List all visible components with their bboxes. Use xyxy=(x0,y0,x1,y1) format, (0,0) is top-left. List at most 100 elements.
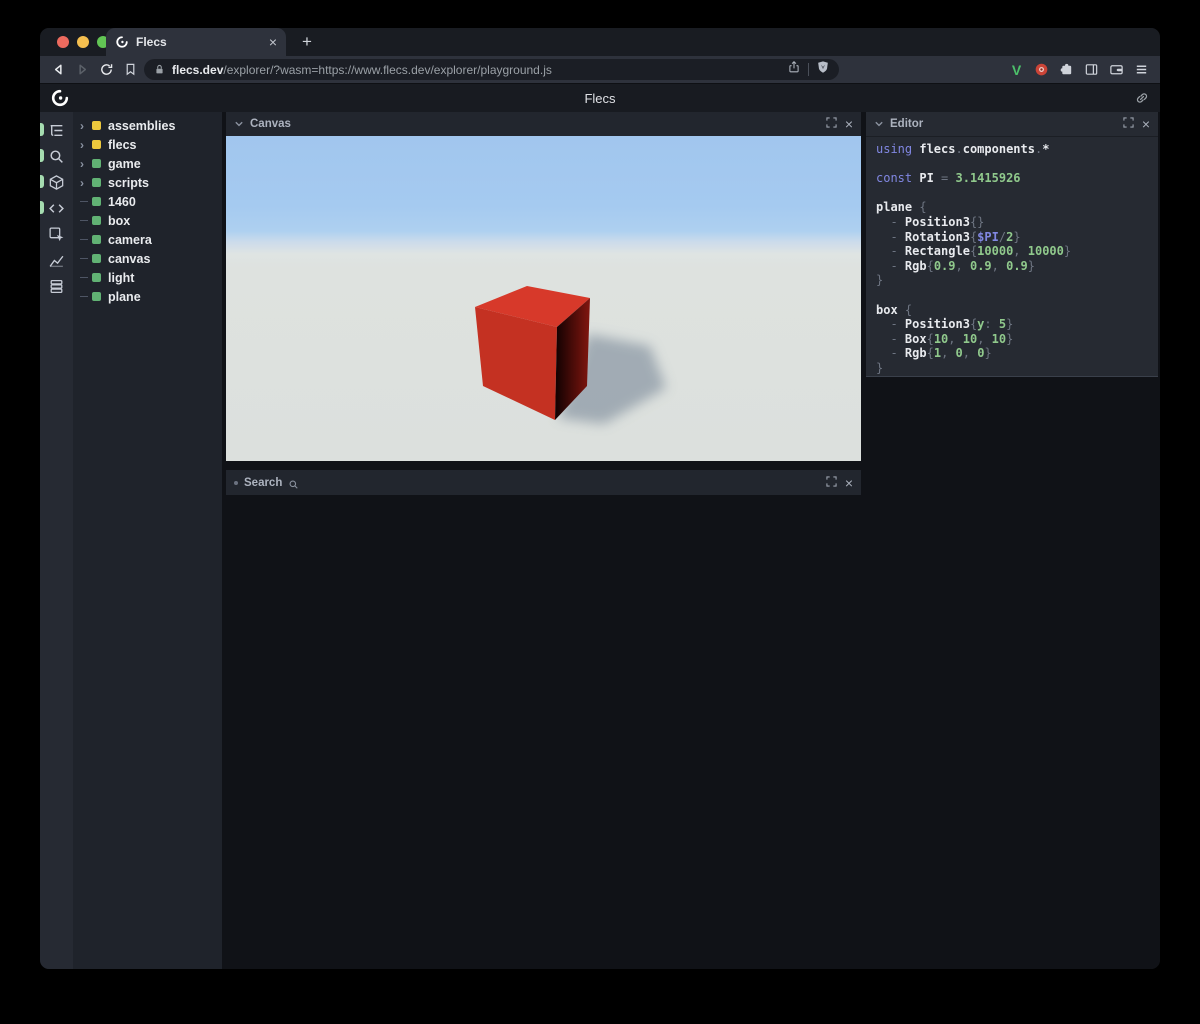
search-panel-header[interactable]: Search × xyxy=(226,470,861,495)
new-tab-button[interactable]: + xyxy=(296,31,318,53)
close-icon[interactable]: × xyxy=(845,117,853,131)
code-line xyxy=(876,288,1148,303)
bookmark-icon[interactable] xyxy=(122,62,138,78)
sidebar-tool-inspect[interactable] xyxy=(40,221,73,247)
expand-arrow-icon[interactable]: › xyxy=(80,139,92,151)
leaf-dash-icon xyxy=(80,277,92,279)
code-editor[interactable]: using flecs.components.* const PI = 3.14… xyxy=(866,136,1158,377)
tree-item-scripts[interactable]: ›scripts xyxy=(73,173,222,192)
tree-icon xyxy=(48,122,65,139)
extension-v-icon[interactable]: V xyxy=(1008,61,1025,78)
code-line: - Box{10, 10, 10} xyxy=(876,332,1148,347)
code-line: - Rgb{1, 0, 0} xyxy=(876,346,1148,361)
tab-title: Flecs xyxy=(136,35,262,49)
tree-item-label: camera xyxy=(108,233,152,247)
lock-icon xyxy=(153,63,166,76)
active-indicator xyxy=(40,149,44,162)
canvas-panel-title: Canvas xyxy=(250,118,291,130)
active-indicator xyxy=(40,175,44,188)
entity-tree-panel: ›assemblies›flecs›game›scripts1460boxcam… xyxy=(73,112,222,969)
collapsed-indicator[interactable] xyxy=(234,481,238,485)
url-bar[interactable]: flecs.dev/explorer/?wasm=https://www.fle… xyxy=(144,59,839,80)
browser-tab-flecs[interactable]: Flecs × xyxy=(106,28,286,56)
sidebar-tool-code[interactable] xyxy=(40,195,73,221)
code-line: - Rgb{0.9, 0.9, 0.9} xyxy=(876,259,1148,274)
tool-sidebar xyxy=(40,112,73,969)
forward-icon xyxy=(74,62,90,78)
fullscreen-icon[interactable] xyxy=(826,115,837,133)
tree-item-game[interactable]: › game xyxy=(73,154,222,173)
tab-close-icon[interactable]: × xyxy=(269,35,277,49)
chevron-down-icon[interactable] xyxy=(234,119,244,129)
expand-arrow-icon[interactable]: › xyxy=(80,177,92,189)
tree-item-1460[interactable]: 1460 xyxy=(73,192,222,211)
sidebar-tool-search[interactable] xyxy=(40,143,73,169)
fullscreen-icon[interactable] xyxy=(826,474,837,492)
url-domain: flecs.dev xyxy=(172,63,223,77)
code-line: plane { xyxy=(876,200,1148,215)
sidebar-tool-cube[interactable] xyxy=(40,169,73,195)
tree-item-light[interactable]: light xyxy=(73,268,222,287)
red-cube-render xyxy=(226,136,861,461)
wallet-icon[interactable] xyxy=(1108,61,1125,78)
code-line: box { xyxy=(876,303,1148,318)
minimize-window-button[interactable] xyxy=(77,36,89,48)
code-line xyxy=(876,157,1148,172)
sidebar-tool-chart[interactable] xyxy=(40,247,73,273)
tree-item-label: assemblies xyxy=(108,119,175,133)
tree-item-box[interactable]: box xyxy=(73,211,222,230)
close-window-button[interactable] xyxy=(57,36,69,48)
active-indicator xyxy=(40,123,44,136)
entity-green-square-icon xyxy=(92,292,101,301)
editor-panel-header[interactable]: Editor × xyxy=(866,112,1158,136)
traffic-lights xyxy=(57,36,109,48)
code-line: - Position3{} xyxy=(876,215,1148,230)
share-icon[interactable] xyxy=(787,60,801,79)
tree-item-camera[interactable]: camera xyxy=(73,230,222,249)
close-icon[interactable]: × xyxy=(1142,117,1150,131)
flecs-favicon-icon xyxy=(115,35,129,49)
share-link-icon[interactable] xyxy=(1134,90,1150,106)
tree-item-plane[interactable]: plane xyxy=(73,287,222,306)
browser-toolbar: flecs.dev/explorer/?wasm=https://www.fle… xyxy=(40,56,1160,83)
reload-icon[interactable] xyxy=(98,62,114,78)
tree-item-label: light xyxy=(108,271,134,285)
expand-arrow-icon[interactable]: › xyxy=(80,158,92,170)
code-line: } xyxy=(876,273,1148,288)
stack-icon xyxy=(48,278,65,295)
code-line: const PI = 3.1415926 xyxy=(876,171,1148,186)
menu-icon[interactable] xyxy=(1133,61,1150,78)
extension-red-icon[interactable] xyxy=(1033,61,1050,78)
tree-item-label: plane xyxy=(108,290,141,304)
canvas-panel-header[interactable]: Canvas × xyxy=(226,112,861,136)
sidebar-tool-tree[interactable] xyxy=(40,117,73,143)
app-header: Flecs xyxy=(40,83,1160,112)
tree-item-assemblies[interactable]: › assemblies xyxy=(73,116,222,135)
close-icon[interactable]: × xyxy=(845,476,853,490)
code-line: - Rotation3{$PI/2} xyxy=(876,230,1148,245)
extension-cluster: V xyxy=(1008,61,1150,78)
tree-item-flecs[interactable]: ›flecs xyxy=(73,135,222,154)
tree-item-label: game xyxy=(108,157,141,171)
sidebar-panel-icon[interactable] xyxy=(1083,61,1100,78)
page-title: Flecs xyxy=(40,84,1160,112)
cube-icon xyxy=(48,174,65,191)
brave-shield-icon[interactable] xyxy=(816,60,830,79)
chevron-down-icon[interactable] xyxy=(874,119,884,129)
extensions-puzzle-icon[interactable] xyxy=(1058,61,1075,78)
fullscreen-icon[interactable] xyxy=(1123,115,1134,133)
3d-viewport[interactable] xyxy=(226,136,861,461)
leaf-dash-icon xyxy=(80,258,92,260)
entity-green-square-icon xyxy=(92,273,101,282)
inspect-icon xyxy=(48,226,65,243)
back-icon[interactable] xyxy=(50,62,66,78)
leaf-dash-icon xyxy=(80,220,92,222)
sidebar-tool-stack[interactable] xyxy=(40,273,73,299)
tree-item-label: canvas xyxy=(108,252,150,266)
panel-area: Canvas × xyxy=(222,112,1160,969)
search-panel-title: Search xyxy=(244,477,282,489)
tree-item-canvas[interactable]: canvas xyxy=(73,249,222,268)
entity-green-square-icon xyxy=(92,197,101,206)
entity-green-square-icon xyxy=(92,159,101,168)
expand-arrow-icon[interactable]: › xyxy=(80,120,92,132)
